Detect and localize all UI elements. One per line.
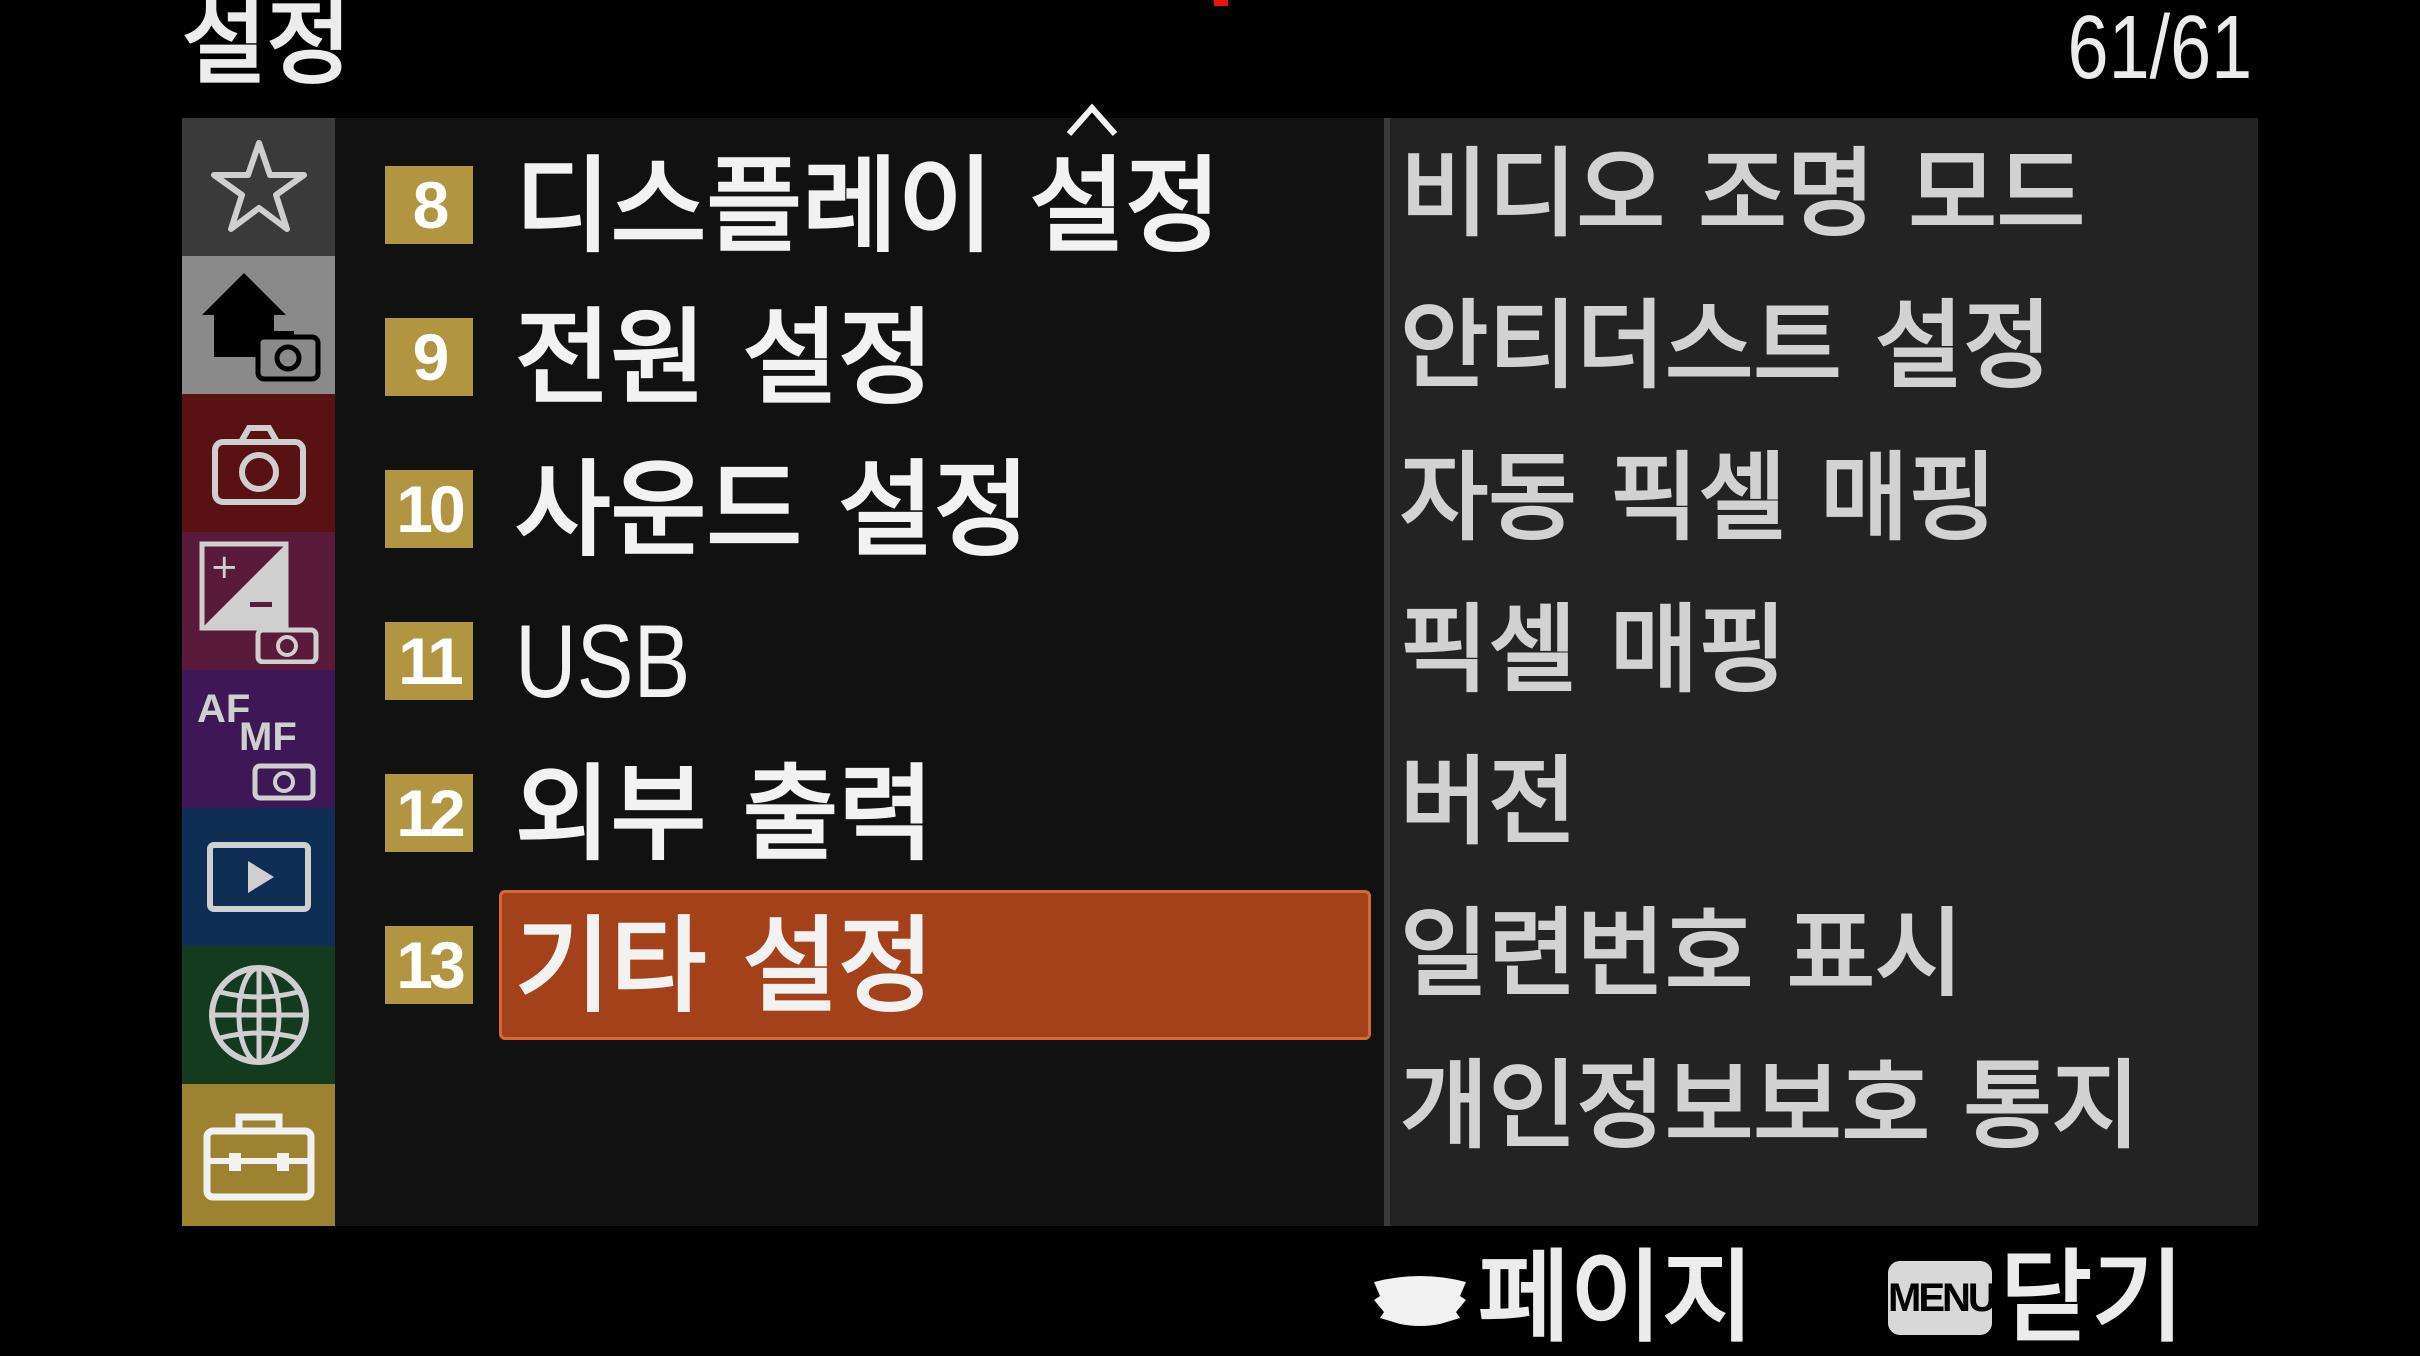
home-camera-icon <box>201 273 320 382</box>
tab-playback[interactable] <box>182 808 335 946</box>
tab-focus[interactable]: AF MF <box>182 670 335 808</box>
exposure-comp-icon: + <box>199 541 318 664</box>
submenu-list: 8 디스플레이 설정 9 전원 설정 10 사운드 설정 11 USB 12 외… <box>335 103 1565 1226</box>
page-hint[interactable]: 페이지 <box>1370 1240 1754 1356</box>
svg-text:MF: MF <box>239 715 297 759</box>
menu-item-number: 9 <box>385 318 473 396</box>
menu-item-number: 8 <box>385 166 473 244</box>
menu-item-number: 11 <box>385 622 473 700</box>
camera-menu-screen: 설정 61/61 + AF MF 8 디스플레이 설정 9 전원 설정 10 사… <box>0 0 2420 1356</box>
tab-exposure[interactable]: + <box>182 532 335 670</box>
tab-favorites[interactable] <box>182 118 335 256</box>
playback-icon <box>206 842 311 912</box>
setting-item[interactable]: 버전 <box>1400 738 1577 890</box>
menu-item-number: 13 <box>385 926 473 1004</box>
menu-item-display[interactable]: 8 디스플레이 설정 <box>335 130 1565 282</box>
tab-setup[interactable] <box>182 1084 335 1226</box>
menu-item-label: 외부 출력 <box>515 753 934 875</box>
menu-item-label: 사운드 설정 <box>515 449 1030 571</box>
af-mf-icon: AF MF <box>197 687 315 801</box>
tab-shooting[interactable] <box>182 394 335 532</box>
settings-list: 비디오 조명 모드 안티더스트 설정 자동 픽셀 매핑 픽셀 매핑 버전 일련번… <box>1384 118 2258 1226</box>
close-hint[interactable]: MENU 닫기 <box>1888 1240 2184 1356</box>
menu-item-number: 10 <box>385 470 473 548</box>
menu-key-icon: MENU <box>1888 1261 1997 1335</box>
setting-item[interactable]: 안티더스트 설정 <box>1400 282 2052 434</box>
tab-network[interactable] <box>182 946 335 1084</box>
setting-item[interactable]: 자동 픽셀 매핑 <box>1400 434 1997 586</box>
menu-item-label: 디스플레이 설정 <box>515 145 1221 267</box>
menu-item-power[interactable]: 9 전원 설정 <box>335 282 1565 434</box>
menu-item-usb[interactable]: 11 USB <box>335 586 1565 738</box>
menu-panel: + AF MF 8 디스플레이 설정 9 전원 설정 10 사운드 설정 11 … <box>182 103 2258 1226</box>
page-title: 설정 <box>182 0 352 97</box>
camera-icon <box>211 425 306 505</box>
menu-item-label: 전원 설정 <box>515 297 934 419</box>
setting-item[interactable]: 일련번호 표시 <box>1400 890 1963 1042</box>
menu-item-sound[interactable]: 10 사운드 설정 <box>335 434 1565 586</box>
menu-item-label: USB <box>515 604 691 720</box>
page-hint-label: 페이지 <box>1478 1239 1754 1356</box>
star-icon <box>210 140 307 232</box>
menu-item-external-output[interactable]: 12 외부 출력 <box>335 738 1565 890</box>
control-wheel-icon <box>1374 1276 1466 1326</box>
tab-main[interactable] <box>182 256 335 394</box>
toolbox-icon <box>203 1113 314 1201</box>
category-sidebar: + AF MF <box>182 118 335 1226</box>
svg-text:+: + <box>210 547 239 587</box>
close-hint-label: 닫기 <box>2000 1239 2184 1356</box>
setting-item[interactable]: 개인정보보호 통지 <box>1400 1042 2140 1194</box>
menu-item-other-settings[interactable]: 13 기타 설정 <box>335 890 1565 1042</box>
setting-item[interactable]: 비디오 조명 모드 <box>1400 130 2085 282</box>
menu-item-number: 12 <box>385 774 473 852</box>
setting-item[interactable]: 픽셀 매핑 <box>1400 586 1787 738</box>
recording-indicator <box>1214 0 1228 6</box>
globe-icon <box>208 965 309 1065</box>
menu-item-label: 기타 설정 <box>515 905 934 1027</box>
page-counter: 61/61 <box>2067 0 2252 98</box>
